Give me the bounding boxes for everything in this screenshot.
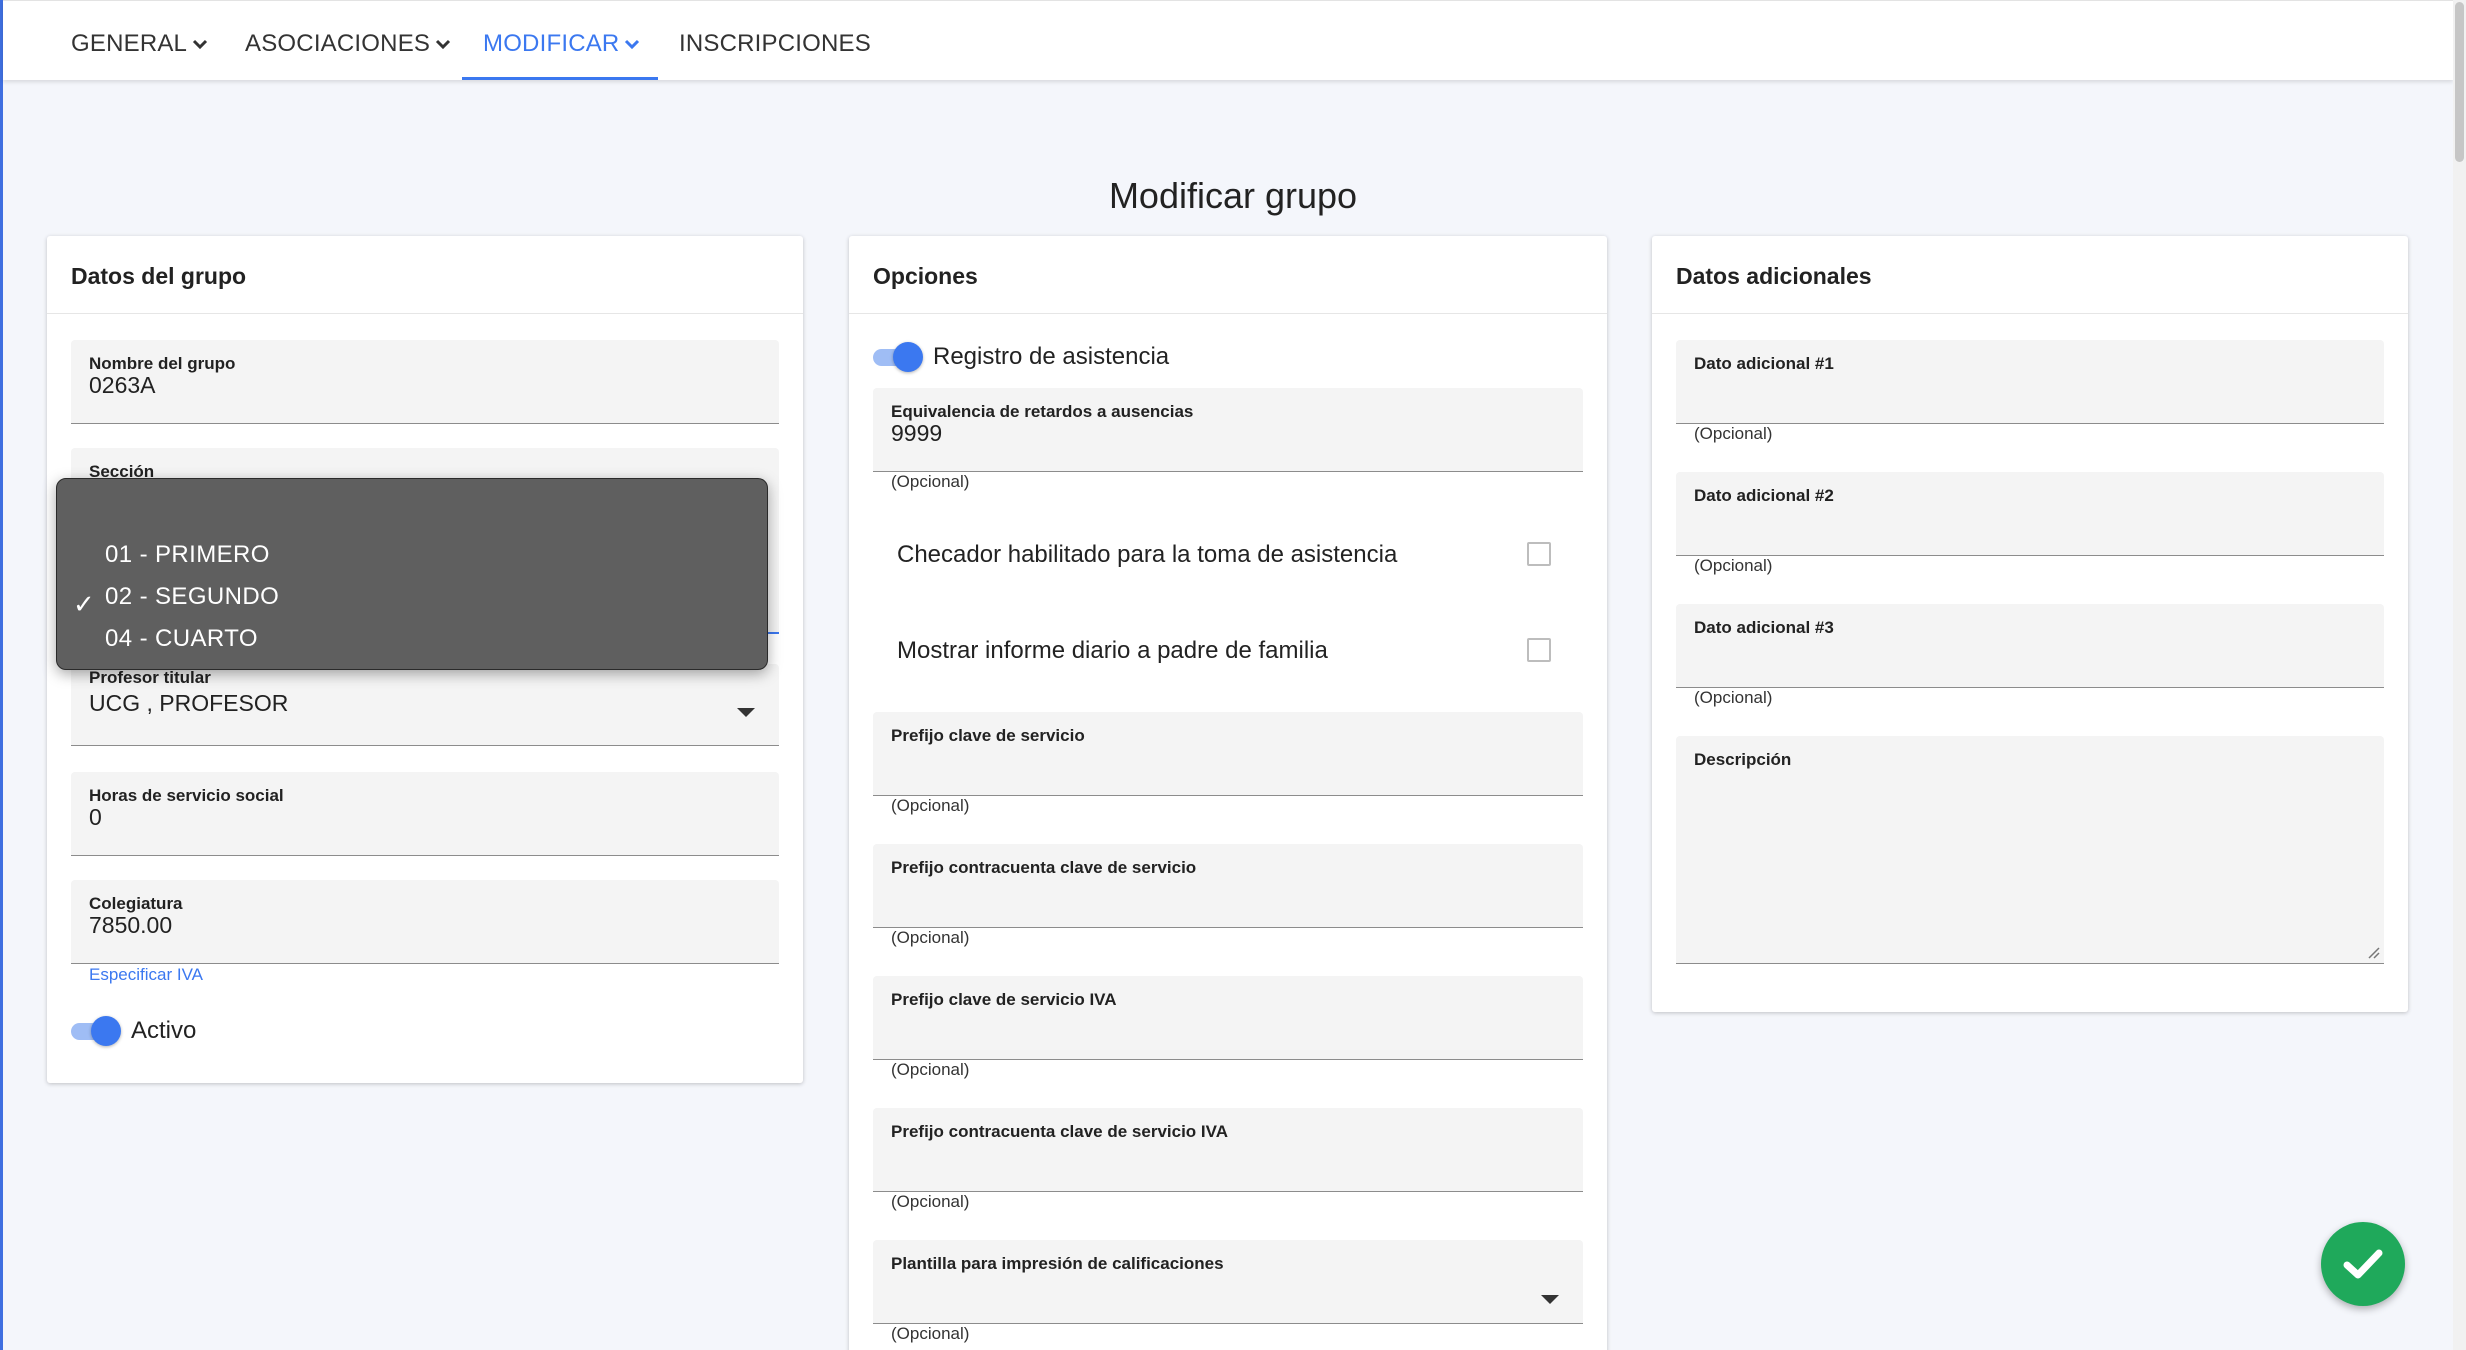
colegiatura-value: 7850.00 [89, 912, 173, 938]
extra-card: Datos adicionales Dato adicional #1 (Opc… [1652, 236, 2408, 1012]
tab-asociaciones-label: ASOCIACIONES [245, 30, 431, 57]
tab-modificar[interactable]: MODIFICAR [483, 1, 640, 81]
plantilla-label: Plantilla para impresión de calificacion… [891, 1254, 1224, 1273]
informe-label: Mostrar informe diario a padre de famili… [897, 637, 1328, 664]
plantilla-hint: (Opcional) [891, 1324, 970, 1343]
page-title: Modificar grupo [1108, 175, 1358, 216]
prefijo-iva-field[interactable]: Prefijo clave de servicio IVA [873, 976, 1583, 1060]
dato2-hint: (Opcional) [1694, 556, 1773, 575]
profesor-select[interactable]: Profesor titular UCG , PROFESOR [71, 664, 779, 746]
check-icon [2343, 1249, 2383, 1279]
prefijo-contra-hint: (Opcional) [891, 928, 970, 947]
plantilla-select[interactable]: Plantilla para impresión de calificacion… [873, 1240, 1583, 1324]
horas-field[interactable]: Horas de servicio social 0 [71, 772, 779, 856]
prefijo-label: Prefijo clave de servicio [891, 726, 1085, 745]
profesor-label: Profesor titular [89, 668, 211, 687]
dato2-field[interactable]: Dato adicional #2 [1676, 472, 2384, 556]
tab-general[interactable]: GENERAL [71, 1, 208, 81]
tab-inscripciones[interactable]: INSCRIPCIONES [679, 1, 871, 81]
group-card-title: Datos del grupo [47, 236, 803, 314]
equivalencia-value: 9999 [891, 420, 943, 446]
active-tab-indicator [462, 77, 658, 80]
save-fab-button[interactable] [2321, 1222, 2405, 1306]
caret-down-icon [1541, 1295, 1559, 1304]
prefijo-contra-label: Prefijo contracuenta clave de servicio [891, 858, 1197, 877]
equivalencia-field[interactable]: Equivalencia de retardos a ausencias 999… [873, 388, 1583, 472]
options-card: Opciones Registro de asistencia Equivale… [849, 236, 1607, 1350]
options-card-title: Opciones [849, 236, 1607, 314]
chevron-down-icon [435, 0, 451, 86]
dato1-label: Dato adicional #1 [1694, 354, 1834, 373]
activo-toggle[interactable] [71, 1014, 123, 1046]
check-icon: ✓ [73, 589, 95, 619]
horas-value: 0 [89, 804, 102, 830]
nombre-label: Nombre del grupo [89, 354, 236, 373]
dropdown-option[interactable]: 04 - CUARTO [105, 625, 258, 653]
checador-checkbox[interactable] [1527, 542, 1551, 566]
caret-down-icon [737, 708, 755, 717]
prefijo-contra-iva-hint: (Opcional) [891, 1192, 970, 1211]
tab-modificar-label: MODIFICAR [483, 30, 620, 57]
seccion-dropdown: 01 - PRIMERO ✓ 02 - SEGUNDO 04 - CUARTO [56, 478, 768, 670]
prefijo-contra-iva-label: Prefijo contracuenta clave de servicio I… [891, 1122, 1228, 1141]
dato3-label: Dato adicional #3 [1694, 618, 1834, 637]
horas-label: Horas de servicio social [89, 786, 284, 805]
page: GENERAL ASOCIACIONES MODIFICAR INSCRIPCI… [0, 0, 2466, 1350]
tab-inscripciones-label: INSCRIPCIONES [679, 30, 871, 57]
profesor-value: UCG , PROFESOR [89, 690, 289, 716]
dato1-field[interactable]: Dato adicional #1 [1676, 340, 2384, 424]
nombre-field[interactable]: Nombre del grupo 0263A [71, 340, 779, 424]
prefijo-field[interactable]: Prefijo clave de servicio [873, 712, 1583, 796]
descripcion-textarea[interactable]: Descripción [1676, 736, 2384, 964]
informe-checkbox[interactable] [1527, 638, 1551, 662]
dropdown-option-selected[interactable]: 02 - SEGUNDO [105, 583, 279, 611]
dato1-hint: (Opcional) [1694, 424, 1773, 443]
prefijo-contra-iva-field[interactable]: Prefijo contracuenta clave de servicio I… [873, 1108, 1583, 1192]
asistencia-label: Registro de asistencia [933, 343, 1170, 370]
nombre-value: 0263A [89, 372, 156, 398]
dato3-hint: (Opcional) [1694, 688, 1773, 707]
equivalencia-label: Equivalencia de retardos a ausencias [891, 402, 1194, 421]
asistencia-toggle[interactable] [873, 340, 925, 372]
tab-general-label: GENERAL [71, 30, 188, 57]
resize-handle-icon[interactable] [2364, 943, 2380, 959]
scrollbar-thumb[interactable] [2455, 2, 2464, 162]
tab-asociaciones[interactable]: ASOCIACIONES [245, 1, 451, 81]
equivalencia-hint: (Opcional) [891, 472, 970, 491]
colegiatura-label: Colegiatura [89, 894, 183, 913]
checador-label: Checador habilitado para la toma de asis… [897, 541, 1398, 568]
activo-label: Activo [131, 1017, 197, 1044]
colegiatura-field[interactable]: Colegiatura 7850.00 [71, 880, 779, 964]
prefijo-iva-label: Prefijo clave de servicio IVA [891, 990, 1117, 1009]
especificar-iva-link[interactable]: Especificar IVA [89, 965, 203, 985]
dato3-field[interactable]: Dato adicional #3 [1676, 604, 2384, 688]
prefijo-hint: (Opcional) [891, 796, 970, 815]
chevron-down-icon [192, 0, 208, 86]
chevron-down-icon [624, 0, 640, 86]
top-nav: GENERAL ASOCIACIONES MODIFICAR INSCRIPCI… [3, 0, 2453, 80]
extra-card-title: Datos adicionales [1652, 236, 2408, 314]
dropdown-option[interactable]: 01 - PRIMERO [105, 541, 270, 569]
prefijo-contra-field[interactable]: Prefijo contracuenta clave de servicio [873, 844, 1583, 928]
descripcion-label: Descripción [1694, 750, 1792, 769]
dato2-label: Dato adicional #2 [1694, 486, 1834, 505]
prefijo-iva-hint: (Opcional) [891, 1060, 970, 1079]
